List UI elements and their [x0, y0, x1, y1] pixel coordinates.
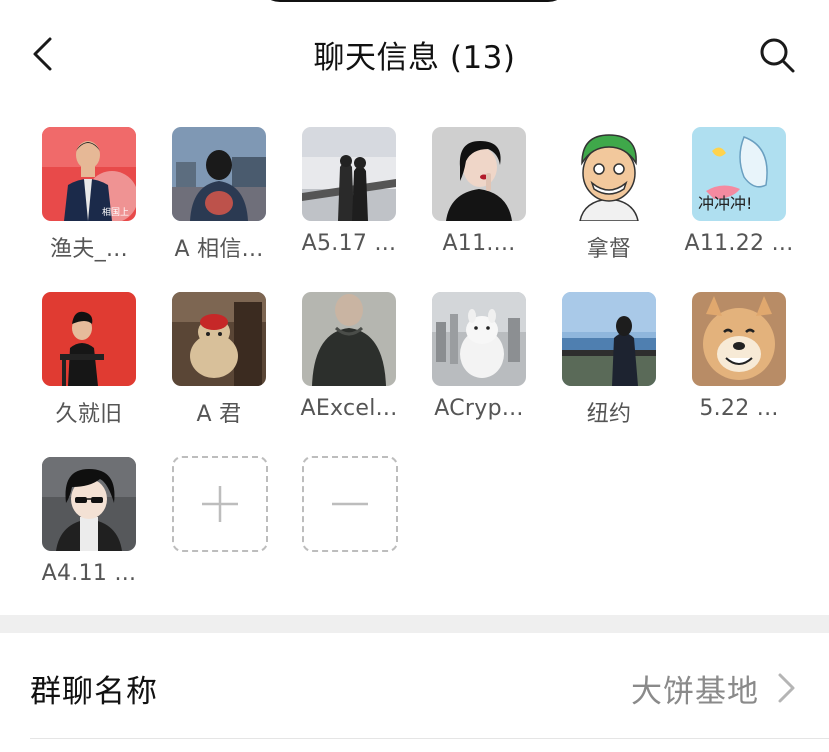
search-button[interactable] — [752, 30, 802, 80]
section-divider — [0, 615, 829, 633]
member-name: A4.11 ... — [41, 561, 137, 586]
divider — [30, 738, 829, 739]
avatar-caption: 冲冲冲! — [698, 194, 752, 213]
member-item[interactable]: 纽约 — [530, 292, 660, 442]
member-item[interactable]: 相国上 渔夫_... — [10, 127, 140, 277]
avatar — [432, 292, 526, 386]
chevron-right-icon — [778, 673, 795, 703]
member-item[interactable]: 冲冲冲! A11.22 ... — [660, 127, 793, 277]
avatar — [302, 127, 396, 221]
avatar — [42, 457, 136, 551]
member-item[interactable]: 久就旧 — [10, 292, 140, 442]
group-name-row[interactable]: 群聊名称 大饼基地 — [0, 633, 829, 739]
svg-text:相国上: 相国上 — [102, 206, 129, 218]
member-item[interactable]: 拿督 — [530, 127, 660, 277]
member-item[interactable]: A5.17 ... — [270, 127, 400, 277]
plus-icon — [202, 486, 238, 522]
avatar — [562, 127, 656, 221]
avatar: 冲冲冲! — [692, 127, 786, 221]
header-bar: 聊天信息 (13) — [0, 0, 829, 110]
member-item[interactable]: A4.11 ... — [10, 457, 140, 607]
avatar: 相国上 — [42, 127, 136, 221]
avatar — [692, 292, 786, 386]
avatar — [42, 292, 136, 386]
member-item[interactable]: ACryp... — [400, 292, 530, 442]
page-title: 聊天信息 (13) — [313, 40, 516, 76]
member-name: A11.22 ... — [684, 231, 794, 256]
add-member-button[interactable] — [172, 456, 268, 552]
avatar — [562, 292, 656, 386]
member-item[interactable]: 5.22 ... — [660, 292, 790, 442]
avatar — [172, 292, 266, 386]
member-item[interactable]: AExcel... — [270, 292, 400, 442]
member-name: 5.22 ... — [699, 396, 779, 421]
avatar — [302, 292, 396, 386]
member-item[interactable]: A 君 — [140, 292, 270, 442]
minus-icon — [332, 502, 368, 506]
member-item[interactable]: A 相信... — [140, 127, 270, 277]
group-name-value: 大饼基地 — [631, 674, 759, 710]
member-item[interactable]: A11.... — [400, 127, 530, 277]
remove-member-button[interactable] — [302, 456, 398, 552]
avatar — [172, 127, 266, 221]
search-icon — [760, 38, 795, 73]
avatar — [432, 127, 526, 221]
group-name-label: 群聊名称 — [30, 674, 158, 710]
